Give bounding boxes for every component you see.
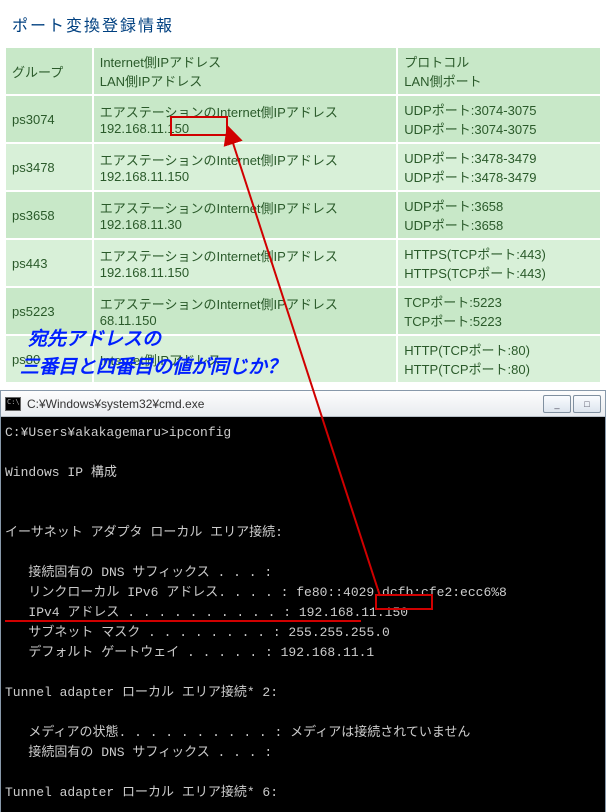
table-row: ps3478 エアステーションのInternet側IPアドレス 192.168.… (6, 144, 600, 190)
cmd-window: C:¥Windows¥system32¥cmd.exe _ □ C:¥Users… (0, 390, 606, 812)
cell-proto: HTTPS(TCPポート:443) HTTPS(TCPポート:443) (398, 240, 600, 286)
annotation-text-line1: 宛先アドレスの (28, 324, 161, 351)
annotation-text-line2: 三番目と四番目の値が同じか？ (20, 352, 286, 379)
cell-group: ps3074 (6, 96, 92, 142)
cmd-output[interactable]: C:¥Users¥akakagemaru>ipconfig Windows IP… (1, 417, 605, 812)
cell-group: ps3658 (6, 192, 92, 238)
cell-addr: エアステーションのInternet側IPアドレス 192.168.11.150 (94, 240, 397, 286)
col-header-group: グループ (6, 48, 92, 94)
minimize-button[interactable]: _ (543, 395, 571, 413)
cell-proto: HTTP(TCPポート:80) HTTP(TCPポート:80) (398, 336, 600, 382)
page-title: ポート変換登録情報 (12, 12, 602, 36)
cmd-icon (5, 397, 21, 411)
cell-proto: UDPポート:3478-3479 UDPポート:3478-3479 (398, 144, 600, 190)
table-header-row: グループ Internet側IPアドレス LAN側IPアドレス プロトコル LA… (6, 48, 600, 94)
cmd-titlebar[interactable]: C:¥Windows¥system32¥cmd.exe _ □ (1, 391, 605, 417)
cell-addr: エアステーションのInternet側IPアドレス 192.168.11.30 (94, 192, 397, 238)
col-header-proto: プロトコル LAN側ポート (398, 48, 600, 94)
cell-addr: エアステーションのInternet側IPアドレス 192.168.11.150 (94, 96, 397, 142)
cell-proto: UDPポート:3074-3075 UDPポート:3074-3075 (398, 96, 600, 142)
maximize-button[interactable]: □ (573, 395, 601, 413)
table-row: ps3658 エアステーションのInternet側IPアドレス 192.168.… (6, 192, 600, 238)
cell-proto: UDPポート:3658 UDPポート:3658 (398, 192, 600, 238)
cell-proto: TCPポート:5223 TCPポート:5223 (398, 288, 600, 334)
cell-group: ps3478 (6, 144, 92, 190)
table-row: ps443 エアステーションのInternet側IPアドレス 192.168.1… (6, 240, 600, 286)
cell-addr: エアステーションのInternet側IPアドレス 192.168.11.150 (94, 144, 397, 190)
cell-group: ps443 (6, 240, 92, 286)
col-header-addr: Internet側IPアドレス LAN側IPアドレス (94, 48, 397, 94)
table-row: ps3074 エアステーションのInternet側IPアドレス 192.168.… (6, 96, 600, 142)
cmd-window-title: C:¥Windows¥system32¥cmd.exe (27, 397, 541, 411)
